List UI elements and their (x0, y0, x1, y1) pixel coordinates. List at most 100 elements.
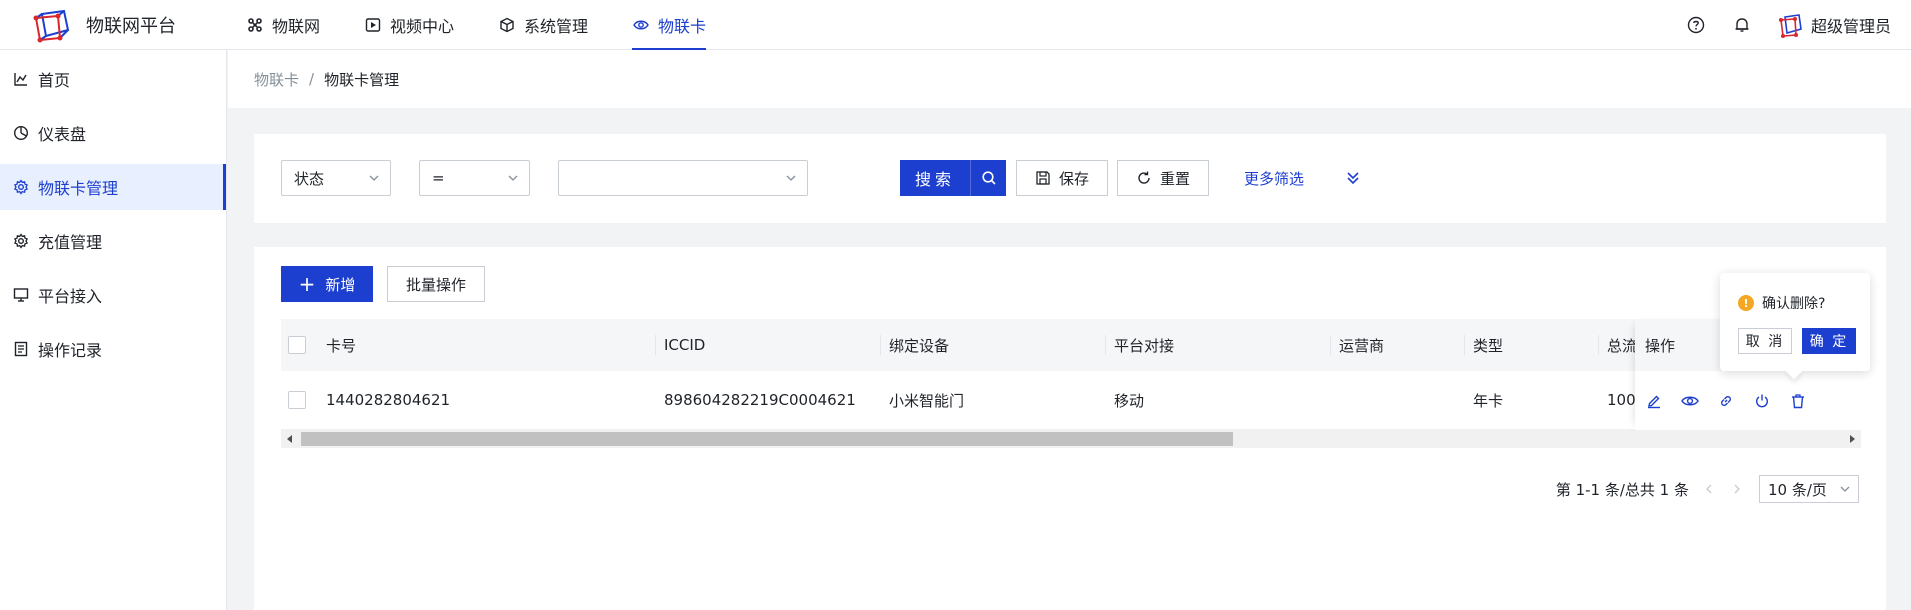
plus-icon: + (298, 272, 316, 296)
view-icon[interactable] (1681, 392, 1699, 410)
search-button[interactable]: 搜索 (900, 160, 1006, 196)
avatar (1778, 14, 1802, 38)
top-bar: 物联网平台 物联网 视频中心 系统管理 物联卡 超级管理员 (0, 0, 1911, 50)
page-size-select[interactable]: 10 条/页 (1759, 475, 1859, 503)
column-header-iccid[interactable]: ICCID (655, 319, 880, 371)
popover-title-text: 确认删除? (1762, 296, 1826, 312)
app-name: 物联网平台 (86, 15, 176, 37)
cell-platform: 移动 (1114, 391, 1145, 410)
pagination: 第 1-1 条/总共 1 条 10 条/页 (1556, 475, 1859, 503)
confirm-button[interactable]: 确 定 (1802, 328, 1856, 354)
cell-card-no: 1440282804621 (326, 391, 451, 409)
sidebar-item-card-management[interactable]: 物联卡管理 (0, 164, 226, 210)
nav-label: 视频中心 (390, 16, 455, 36)
filter-operator-value: = (432, 169, 445, 187)
nav-item-iot[interactable]: 物联网 (246, 0, 320, 50)
cell-device: 小米智能门 (889, 391, 965, 410)
top-right-actions: 超级管理员 (1661, 0, 1891, 50)
chevron-down-icon (508, 175, 518, 181)
top-nav: 物联网 视频中心 系统管理 物联卡 (246, 0, 750, 50)
filter-value-select[interactable] (558, 160, 808, 196)
row-actions (1635, 371, 1861, 430)
scrollbar-thumb[interactable] (301, 432, 1233, 446)
save-button-label: 保存 (1058, 169, 1089, 188)
chevron-down-icon (1840, 486, 1850, 492)
sidebar-item-home[interactable]: 首页 (0, 56, 226, 102)
pagination-summary: 第 1-1 条/总共 1 条 (1555, 480, 1689, 499)
popover-title: ! 确认删除? (1738, 293, 1825, 313)
warning-icon: ! (1738, 295, 1754, 311)
pie-icon (12, 124, 30, 142)
app-logo[interactable]: 物联网平台 (30, 6, 246, 44)
sidebar-item-operation-log[interactable]: 操作记录 (0, 326, 226, 372)
nav-item-iot-card[interactable]: 物联卡 (632, 0, 707, 50)
record-icon (12, 340, 30, 358)
breadcrumb-current: 物联卡管理 (324, 70, 400, 89)
double-chevron-down-icon[interactable] (1344, 169, 1362, 187)
sidebar-item-dashboard[interactable]: 仪表盘 (0, 110, 226, 156)
filter-field-value: 状态 (294, 169, 325, 188)
breadcrumb-parent[interactable]: 物联卡 (254, 69, 299, 90)
sidebar-item-label: 首页 (38, 71, 71, 90)
sidebar: 首页 仪表盘 物联卡管理 充值管理 平台接入 操作记录 (0, 50, 227, 610)
add-button-label: 新增 (325, 275, 356, 294)
refresh-icon (1136, 170, 1152, 186)
batch-operation-button[interactable]: 批量操作 (387, 266, 485, 302)
filter-field-select[interactable]: 状态 (281, 160, 391, 196)
link-icon[interactable] (1717, 392, 1735, 410)
column-header-card-no[interactable]: 卡号 (326, 319, 626, 371)
chevron-down-icon (786, 175, 796, 181)
nav-label: 物联网 (272, 16, 321, 36)
nav-label: 系统管理 (524, 16, 589, 36)
filter-operator-select[interactable]: = (419, 160, 530, 196)
search-icon (970, 160, 1006, 196)
save-button[interactable]: 保存 (1016, 160, 1108, 196)
power-icon[interactable] (1753, 392, 1771, 410)
delete-icon[interactable] (1789, 392, 1807, 410)
monitor-icon (12, 286, 30, 304)
cell-operator (1330, 371, 1464, 429)
table-row[interactable]: 1440282804621 898604282219C0004621 小米智能门… (281, 371, 1861, 430)
video-icon (364, 16, 382, 34)
column-header-platform[interactable]: 平台对接 (1105, 319, 1330, 371)
table-panel: + 新增 批量操作 卡号 ICCID 绑定设备 平台对接 运营商 类型 总流 1… (254, 247, 1886, 610)
sidebar-item-recharge[interactable]: 充值管理 (0, 218, 226, 264)
edit-icon[interactable] (1645, 392, 1663, 410)
prev-page-icon[interactable] (1701, 481, 1717, 497)
breadcrumb-separator: / (309, 70, 315, 88)
sidebar-item-platform-access[interactable]: 平台接入 (0, 272, 226, 318)
reset-button[interactable]: 重置 (1117, 160, 1209, 196)
scroll-left-arrow-icon[interactable] (285, 434, 295, 444)
row-select-cell (288, 371, 328, 429)
reset-button-label: 重置 (1159, 169, 1190, 188)
help-icon[interactable] (1685, 14, 1707, 36)
user-menu[interactable]: 超级管理员 (1777, 11, 1891, 39)
breadcrumb: 物联卡 / 物联卡管理 (228, 50, 1911, 108)
chart-icon (12, 70, 30, 88)
more-filter-link[interactable]: 更多筛选 (1244, 160, 1304, 196)
sidebar-item-label: 充值管理 (38, 233, 103, 252)
sidebar-item-label: 物联卡管理 (38, 179, 119, 198)
scroll-right-arrow-icon[interactable] (1847, 434, 1857, 444)
column-header-device[interactable]: 绑定设备 (880, 319, 1105, 371)
nav-item-system[interactable]: 系统管理 (498, 0, 588, 50)
select-all-checkbox[interactable] (288, 336, 306, 354)
cancel-button[interactable]: 取 消 (1738, 328, 1792, 354)
card-table: 卡号 ICCID 绑定设备 平台对接 运营商 类型 总流 14402828046… (281, 319, 1861, 448)
user-name: 超级管理员 (1810, 17, 1891, 36)
horizontal-scrollbar[interactable] (281, 430, 1861, 448)
column-header-operator[interactable]: 运营商 (1330, 319, 1464, 371)
table-header: 卡号 ICCID 绑定设备 平台对接 运营商 类型 总流 (281, 319, 1861, 371)
nav-item-video[interactable]: 视频中心 (364, 0, 454, 50)
column-header-type[interactable]: 类型 (1464, 319, 1598, 371)
filter-panel: 状态 = 搜索 保存 重置 更多筛选 (254, 134, 1886, 223)
cell-type: 年卡 (1473, 391, 1504, 410)
add-button[interactable]: + 新增 (281, 266, 373, 302)
row-checkbox[interactable] (288, 391, 306, 409)
bell-icon[interactable] (1731, 14, 1753, 36)
sidebar-item-label: 平台接入 (38, 287, 103, 306)
next-page-icon[interactable] (1729, 481, 1745, 497)
cube-icon (498, 16, 516, 34)
grid-icon (246, 16, 264, 34)
eye-icon (632, 16, 650, 34)
